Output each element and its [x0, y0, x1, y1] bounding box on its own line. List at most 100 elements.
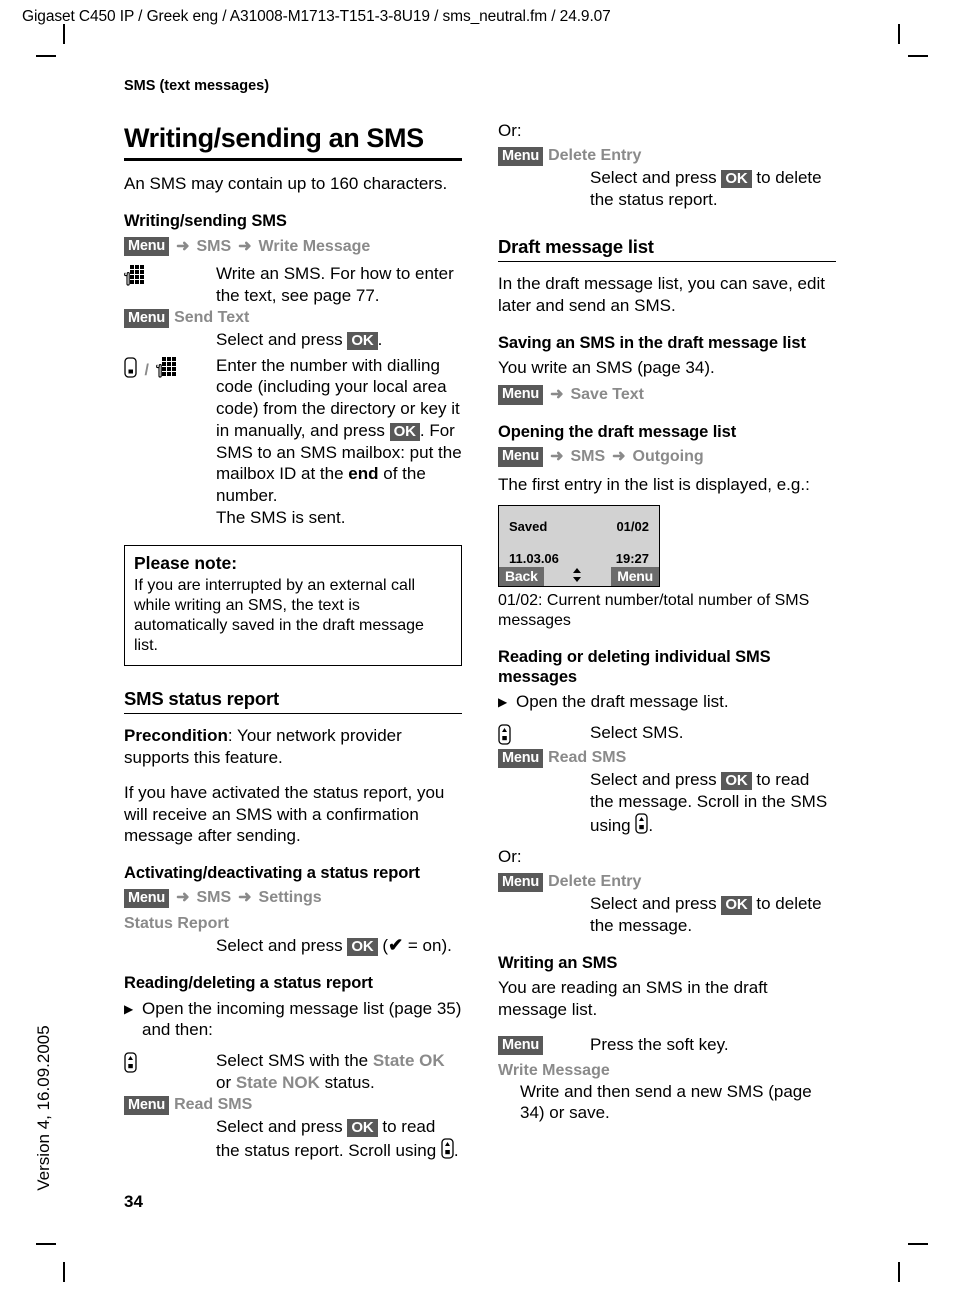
heading-reading-deleting-individual: Reading or deleting individual SMS messa… — [498, 648, 771, 686]
bullet-open-draft-list: ▶ Open the draft message list. — [498, 691, 836, 713]
state-nok-label: State NOK — [235, 1072, 320, 1092]
ok-key[interactable]: OK — [347, 938, 378, 957]
display-softkey-back[interactable]: Back — [499, 566, 544, 586]
ok-key[interactable]: OK — [389, 422, 420, 442]
step-select-sms-state: Select SMS with the State OK or State NO… — [124, 1050, 462, 1094]
ok-key[interactable]: OK — [347, 331, 378, 351]
menu-item-settings[interactable]: Settings — [259, 887, 322, 909]
softkey-menu[interactable]: Menu — [498, 873, 544, 893]
softkey-menu[interactable]: Menu — [124, 888, 170, 908]
display-top-row: Saved 01/02 — [499, 506, 659, 534]
status-report-select-desc: Select and press OK (✔ = on). — [216, 934, 462, 957]
menu-item-delete-entry[interactable]: Delete Entry — [548, 147, 641, 164]
crop-mark-bottom-left-horizontal — [36, 1243, 56, 1245]
heading-reading-deleting-status-report: Reading/deleting a status report — [124, 974, 373, 993]
heading-opening-draft-list: Opening the draft message list — [498, 422, 737, 441]
display-caption: 01/02: Current number/total number of SM… — [498, 591, 810, 629]
dirkey-and-keypad-cell: / — [124, 355, 216, 380]
step-enter-number: / Enter the number with dialling code (i… — [124, 355, 462, 529]
select-sms-part1: Select SMS with the — [216, 1051, 373, 1071]
version-sidebar-text: Version 4, 16.09.2005 — [34, 1025, 53, 1191]
ok-key[interactable]: OK — [721, 772, 752, 791]
page-number: 34 — [124, 1192, 143, 1211]
menu-item-sms[interactable]: SMS — [196, 887, 231, 909]
scroll-key-cell — [498, 722, 590, 747]
ok-key[interactable]: OK — [721, 896, 752, 915]
menu-item-write-message[interactable]: Write Message — [259, 236, 371, 258]
menu-item-read-sms[interactable]: Read SMS — [174, 1096, 252, 1113]
menu-item-outgoing[interactable]: Outgoing — [633, 446, 704, 468]
read-desc-part1: Select and press — [590, 770, 722, 790]
arrow-icon: ➜ — [550, 386, 564, 404]
arrow-icon: ➜ — [238, 237, 252, 255]
precondition-paragraph: Precondition: Your network provider supp… — [124, 725, 462, 769]
menu-item-sms[interactable]: SMS — [196, 236, 231, 258]
checkmark-icon: ✔ — [388, 935, 404, 956]
step-select-sms: Select SMS. — [498, 722, 836, 747]
heading-writing-sending-sms: Writing/sending SMS — [124, 212, 287, 231]
display-status-label: Saved — [509, 518, 548, 534]
period-text: . — [377, 329, 383, 349]
state-ok-label: State OK — [372, 1051, 445, 1071]
heading-writing-an-sms: Writing an SMS — [498, 953, 618, 972]
directory-key-icon — [124, 356, 137, 378]
menu-item-save-text[interactable]: Save Text — [570, 384, 644, 406]
crop-mark-bottom-left-vertical — [63, 1262, 65, 1282]
select-press-text: Select and press — [216, 329, 348, 349]
softkey-menu[interactable]: Menu — [124, 236, 170, 256]
triangle-bullet-icon: ▶ — [124, 1001, 134, 1016]
title-rule — [124, 158, 462, 162]
select-sms-text: Select SMS. — [590, 722, 684, 742]
sms-sent-text: The SMS is sent. — [216, 507, 346, 527]
display-time: 19:27 — [615, 550, 649, 566]
read-desc-part1: Select and press — [216, 1116, 348, 1136]
precondition-label: Precondition — [124, 726, 228, 746]
scroll-key-icon — [498, 724, 511, 745]
step-press-soft-key: Menu Press the soft key. — [498, 1034, 836, 1056]
running-header: Gigaset C450 IP / Greek eng / A31008-M17… — [22, 8, 611, 25]
label-delete-entry-1: Menu Delete Entry — [498, 146, 836, 166]
crop-mark-bottom-right-horizontal — [908, 1243, 928, 1245]
or-label-1: Or: — [498, 121, 522, 140]
menu-item-send-text[interactable]: Send Text — [174, 309, 249, 326]
softkey-menu[interactable]: Menu — [498, 748, 544, 769]
softkey-menu[interactable]: Menu — [498, 385, 544, 405]
ok-key[interactable]: OK — [347, 1118, 378, 1138]
menu-path-settings: Menu ➜ SMS ➜ Settings — [124, 887, 462, 909]
softkey-menu[interactable]: Menu — [498, 447, 544, 467]
softkey-menu[interactable]: Menu — [498, 146, 544, 166]
read-message-desc: Select and press OK to read the message.… — [590, 769, 836, 836]
bullet-open-incoming-list: ▶ Open the incoming message list (page 3… — [124, 998, 462, 1042]
ok-key[interactable]: OK — [721, 169, 752, 189]
menu-item-read-sms[interactable]: Read SMS — [548, 749, 626, 766]
display-date: 11.03.06 — [509, 550, 559, 566]
or-label-2: Or: — [498, 847, 522, 867]
bullet-text: Open the draft message list. — [516, 692, 729, 712]
label-write-message[interactable]: Write Message — [498, 1062, 836, 1080]
crop-mark-top-left-horizontal — [36, 55, 56, 57]
reading-sms-paragraph: You are reading an SMS in the draft mess… — [498, 978, 768, 1020]
display-softkey-menu[interactable]: Menu — [611, 566, 659, 586]
softkey-menu[interactable]: Menu — [124, 1095, 170, 1115]
scroll-key-icon — [124, 1052, 137, 1073]
menu-item-delete-entry[interactable]: Delete Entry — [548, 873, 641, 890]
step-write-sms-text: Write an SMS. For how to enter the text,… — [216, 264, 454, 305]
select-sms-state-text: Select SMS with the State OK or State NO… — [216, 1050, 462, 1094]
softkey-cell: Menu — [498, 1034, 590, 1056]
softkey-menu[interactable]: Menu — [498, 1035, 544, 1056]
keypad-icon — [156, 356, 177, 378]
phone-display-mock: Saved 01/02 11.03.06 19:27 Back Menu — [498, 504, 660, 587]
softkey-menu[interactable]: Menu — [124, 308, 170, 328]
delete-status-report-desc: Select and press OK to delete the status… — [590, 167, 836, 211]
crop-mark-top-right-vertical — [898, 24, 900, 44]
crop-mark-top-left-vertical — [63, 24, 65, 44]
section-rule — [124, 713, 462, 715]
scroll-key-cell — [124, 1050, 216, 1075]
heading-sms-status-report: SMS status report — [124, 688, 279, 710]
menu-item-sms[interactable]: SMS — [570, 446, 605, 468]
write-sms-paragraph: You write an SMS (page 34). — [498, 358, 715, 378]
section-rule — [498, 261, 836, 263]
press-soft-key-text: Press the soft key. — [590, 1034, 729, 1054]
page-title: Writing/sending an SMS — [124, 123, 424, 153]
label-status-report[interactable]: Status Report — [124, 915, 462, 933]
